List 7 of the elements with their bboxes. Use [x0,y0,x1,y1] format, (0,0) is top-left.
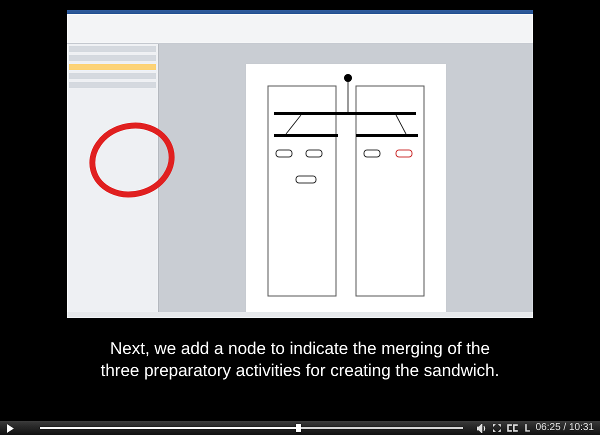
fullscreen-icon[interactable] [493,424,501,432]
progress-thumb[interactable] [296,424,302,432]
captions-icon[interactable] [506,424,519,432]
volume-icon[interactable] [477,424,488,432]
subtitle-caption: Next, we add a node to indicate the merging of the three preparatory activities for creating the sandwich. [100,338,500,382]
time-display: 06:25 / 10:31 [536,423,594,433]
play-icon[interactable] [6,424,14,432]
